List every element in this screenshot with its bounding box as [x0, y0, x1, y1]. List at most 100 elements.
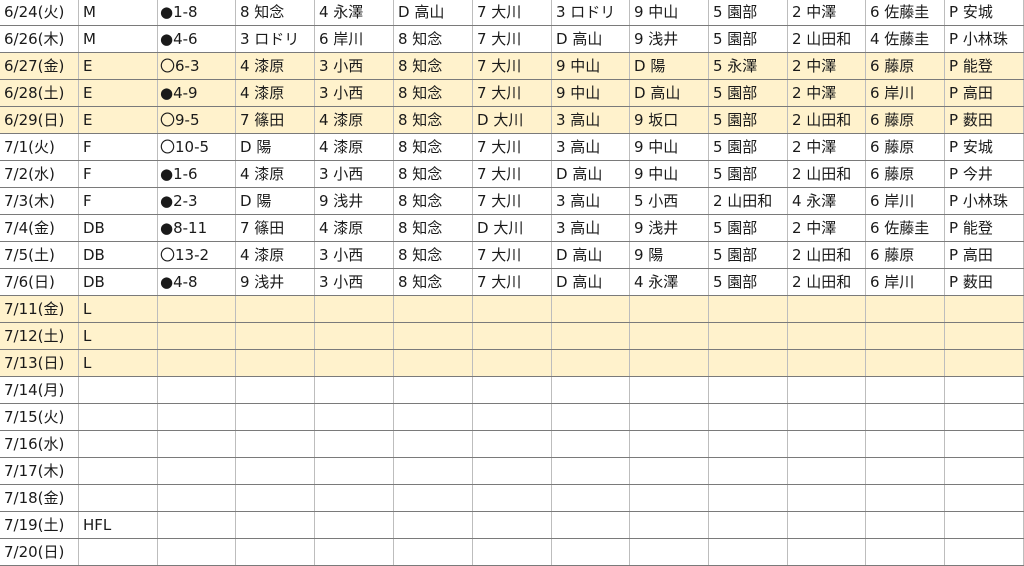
cell-bat9[interactable]: 6 藤原: [866, 107, 945, 133]
cell-bat2[interactable]: 4 漆原: [315, 215, 394, 241]
cell-opponent[interactable]: F: [79, 134, 158, 160]
cell-bat1[interactable]: 7 篠田: [236, 107, 315, 133]
cell-result[interactable]: [158, 404, 236, 430]
cell-bat3[interactable]: 8 知念: [394, 161, 473, 187]
cell-bat8[interactable]: 2 中澤: [788, 215, 866, 241]
cell-result[interactable]: ●1-6: [158, 161, 236, 187]
cell-bat9[interactable]: 6 藤原: [866, 161, 945, 187]
cell-bat7[interactable]: [709, 377, 788, 403]
cell-bat9[interactable]: [866, 377, 945, 403]
cell-bat6[interactable]: 9 陽: [630, 242, 709, 268]
cell-bat6[interactable]: D 陽: [630, 53, 709, 79]
cell-bat4[interactable]: 7 大川: [473, 242, 552, 268]
cell-bat6[interactable]: 4 永澤: [630, 269, 709, 295]
cell-bat7[interactable]: [709, 539, 788, 565]
cell-bat3[interactable]: [394, 404, 473, 430]
cell-bat8[interactable]: 2 山田和: [788, 242, 866, 268]
cell-bat9[interactable]: 6 岸川: [866, 269, 945, 295]
cell-date[interactable]: 6/24(火): [0, 0, 79, 25]
cell-date[interactable]: 7/20(日): [0, 539, 79, 565]
cell-bat4[interactable]: [473, 512, 552, 538]
cell-result[interactable]: ●4-8: [158, 269, 236, 295]
cell-bat8[interactable]: 2 山田和: [788, 107, 866, 133]
cell-bat5[interactable]: 9 中山: [552, 53, 630, 79]
cell-pitcher[interactable]: P 高田: [945, 242, 1024, 268]
cell-bat8[interactable]: 4 永澤: [788, 188, 866, 214]
cell-bat5[interactable]: [552, 404, 630, 430]
cell-bat6[interactable]: [630, 431, 709, 457]
cell-bat9[interactable]: 6 藤原: [866, 53, 945, 79]
cell-bat6[interactable]: [630, 404, 709, 430]
cell-bat2[interactable]: [315, 539, 394, 565]
cell-opponent[interactable]: [79, 539, 158, 565]
cell-bat5[interactable]: 3 高山: [552, 107, 630, 133]
cell-bat6[interactable]: 9 中山: [630, 0, 709, 25]
cell-bat9[interactable]: 6 岸川: [866, 80, 945, 106]
cell-bat6[interactable]: [630, 296, 709, 322]
cell-bat2[interactable]: [315, 512, 394, 538]
cell-bat9[interactable]: 4 佐藤圭: [866, 26, 945, 52]
cell-result[interactable]: 〇9-5: [158, 107, 236, 133]
cell-pitcher[interactable]: [945, 296, 1024, 322]
cell-bat2[interactable]: 3 小西: [315, 80, 394, 106]
cell-bat4[interactable]: 7 大川: [473, 80, 552, 106]
cell-bat9[interactable]: [866, 404, 945, 430]
cell-bat3[interactable]: 8 知念: [394, 26, 473, 52]
cell-bat5[interactable]: D 高山: [552, 161, 630, 187]
cell-bat8[interactable]: [788, 458, 866, 484]
cell-bat9[interactable]: 6 佐藤圭: [866, 215, 945, 241]
cell-bat2[interactable]: 6 岸川: [315, 26, 394, 52]
cell-bat1[interactable]: D 陽: [236, 134, 315, 160]
cell-date[interactable]: 7/19(土): [0, 512, 79, 538]
cell-bat8[interactable]: [788, 431, 866, 457]
cell-pitcher[interactable]: P 高田: [945, 80, 1024, 106]
cell-bat7[interactable]: 5 園部: [709, 242, 788, 268]
cell-date[interactable]: 6/27(金): [0, 53, 79, 79]
cell-bat1[interactable]: 8 知念: [236, 0, 315, 25]
cell-bat5[interactable]: [552, 458, 630, 484]
cell-bat1[interactable]: [236, 350, 315, 376]
cell-bat2[interactable]: [315, 485, 394, 511]
cell-bat2[interactable]: 3 小西: [315, 242, 394, 268]
cell-bat7[interactable]: [709, 431, 788, 457]
cell-bat2[interactable]: 9 浅井: [315, 188, 394, 214]
cell-bat1[interactable]: D 陽: [236, 188, 315, 214]
cell-bat5[interactable]: D 高山: [552, 269, 630, 295]
cell-bat8[interactable]: [788, 323, 866, 349]
cell-bat3[interactable]: 8 知念: [394, 107, 473, 133]
cell-bat6[interactable]: 9 浅井: [630, 215, 709, 241]
cell-bat3[interactable]: [394, 323, 473, 349]
cell-bat1[interactable]: 3 ロドリ: [236, 26, 315, 52]
cell-bat8[interactable]: [788, 350, 866, 376]
cell-bat3[interactable]: [394, 458, 473, 484]
cell-pitcher[interactable]: P 安城: [945, 134, 1024, 160]
cell-bat3[interactable]: [394, 296, 473, 322]
cell-pitcher[interactable]: [945, 512, 1024, 538]
cell-bat7[interactable]: 5 園部: [709, 26, 788, 52]
cell-date[interactable]: 7/12(土): [0, 323, 79, 349]
cell-opponent[interactable]: [79, 458, 158, 484]
cell-result[interactable]: [158, 512, 236, 538]
cell-bat2[interactable]: [315, 431, 394, 457]
cell-opponent[interactable]: E: [79, 80, 158, 106]
cell-bat8[interactable]: 2 山田和: [788, 26, 866, 52]
cell-bat3[interactable]: 8 知念: [394, 80, 473, 106]
cell-result[interactable]: [158, 377, 236, 403]
cell-bat7[interactable]: [709, 458, 788, 484]
cell-bat5[interactable]: [552, 377, 630, 403]
cell-bat6[interactable]: 9 中山: [630, 161, 709, 187]
cell-bat5[interactable]: 3 高山: [552, 215, 630, 241]
cell-result[interactable]: [158, 485, 236, 511]
cell-opponent[interactable]: M: [79, 26, 158, 52]
cell-bat5[interactable]: [552, 296, 630, 322]
cell-bat9[interactable]: [866, 539, 945, 565]
cell-opponent[interactable]: [79, 377, 158, 403]
cell-pitcher[interactable]: [945, 404, 1024, 430]
cell-date[interactable]: 7/5(土): [0, 242, 79, 268]
cell-opponent[interactable]: L: [79, 296, 158, 322]
cell-date[interactable]: 7/3(木): [0, 188, 79, 214]
cell-pitcher[interactable]: P 能登: [945, 215, 1024, 241]
cell-result[interactable]: 〇6-3: [158, 53, 236, 79]
cell-pitcher[interactable]: P 安城: [945, 0, 1024, 25]
cell-pitcher[interactable]: [945, 431, 1024, 457]
